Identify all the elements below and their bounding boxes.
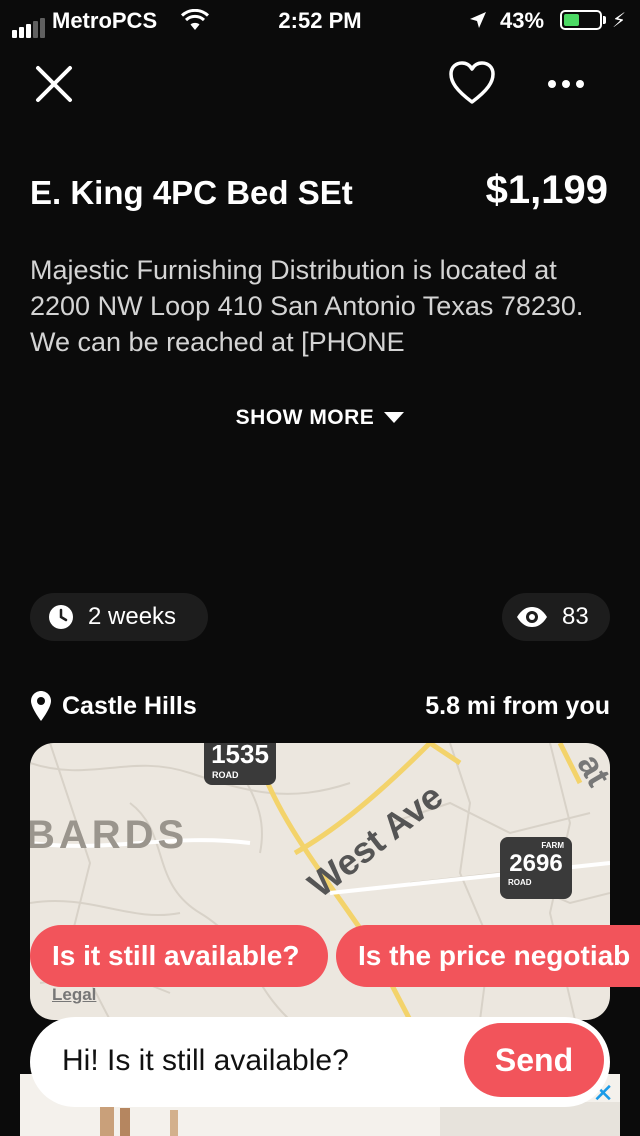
- posted-time-chip: 2 weeks: [30, 593, 208, 641]
- chevron-down-icon: [384, 412, 405, 424]
- road-shield-1535: 1535 ROAD: [204, 743, 276, 785]
- close-icon[interactable]: [30, 60, 78, 108]
- heart-icon[interactable]: [446, 58, 498, 110]
- more-icon[interactable]: [540, 64, 592, 104]
- views-count: 83: [562, 603, 589, 630]
- message-input[interactable]: [60, 1043, 464, 1079]
- listing-title: E. King 4PC Bed SEt: [30, 174, 353, 211]
- status-bar: MetroPCS 2:52 PM 43% ⚡: [0, 0, 640, 40]
- distance-label: 5.8 mi from you: [425, 692, 610, 720]
- show-more-label: SHOW MORE: [235, 406, 375, 429]
- quick-reply-button[interactable]: Is it still available?: [30, 925, 328, 987]
- views-chip: 83: [502, 593, 610, 641]
- location-name: Castle Hills: [62, 691, 197, 720]
- battery-level: [564, 14, 579, 26]
- map-area-label: BARDS: [30, 813, 189, 857]
- battery-tip: [603, 16, 606, 24]
- charging-icon: ⚡: [612, 10, 627, 32]
- listing-description: Majestic Furnishing Distribution is loca…: [30, 255, 584, 357]
- battery-icon: [560, 10, 602, 30]
- road-shield-tag: ROAD: [508, 878, 532, 887]
- road-shield-top-tag: FARM: [541, 841, 564, 850]
- location-row: Castle Hills: [30, 690, 197, 722]
- send-button[interactable]: Send: [464, 1023, 604, 1097]
- location-services-icon: [470, 12, 486, 28]
- road-shield-2696: FARM 2696 ROAD: [500, 837, 572, 899]
- clock-icon: [49, 605, 73, 629]
- message-bar: Send: [30, 1017, 610, 1107]
- road-shield-number: 2696: [509, 850, 563, 877]
- road-shield-number: 1535: [211, 743, 269, 769]
- battery-percent: 43%: [500, 8, 545, 33]
- quick-reply-button[interactable]: Is the price negotiab: [336, 925, 640, 987]
- show-more-button[interactable]: SHOW MORE: [0, 406, 640, 430]
- listing-price: $1,199: [485, 168, 608, 212]
- map-legal-link[interactable]: Legal: [52, 985, 96, 1005]
- eye-icon: [517, 607, 547, 627]
- posted-time-label: 2 weeks: [88, 603, 177, 630]
- location-pin-icon: [31, 691, 51, 721]
- road-shield-tag: ROAD: [212, 770, 239, 780]
